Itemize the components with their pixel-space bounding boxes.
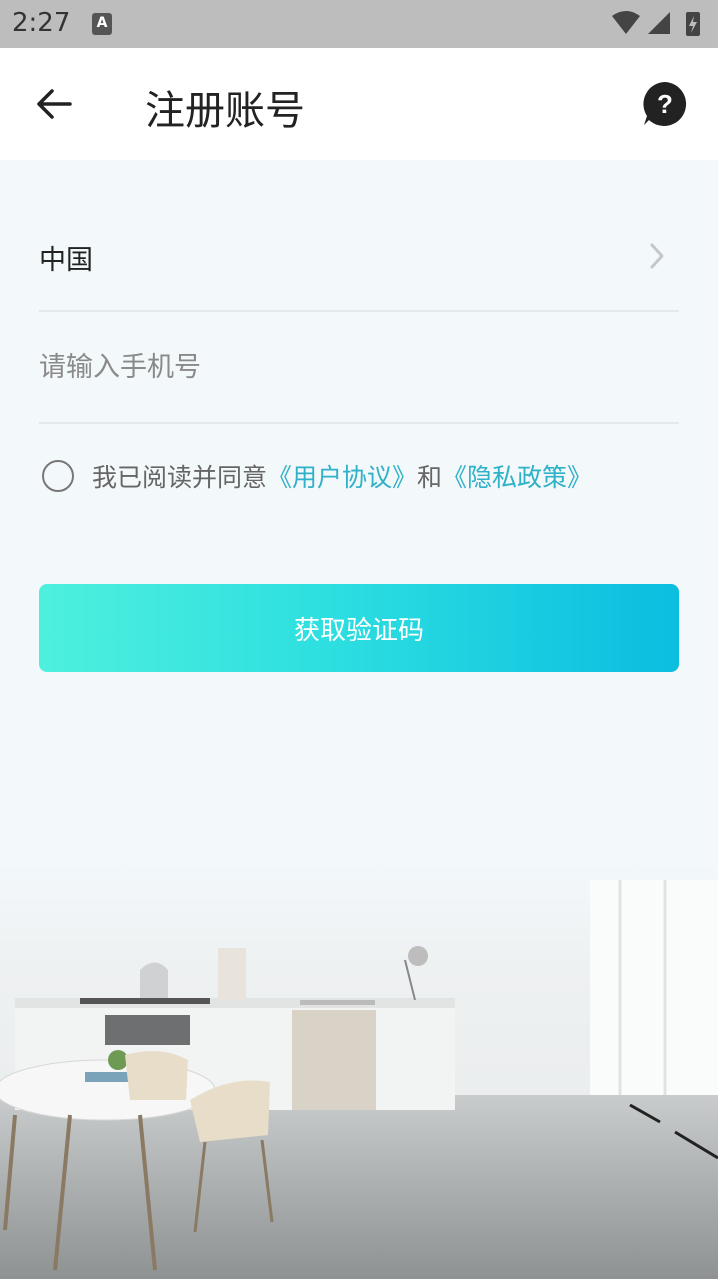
wifi-icon	[612, 11, 640, 34]
arrow-left-icon	[37, 89, 72, 119]
status-time: 2:27	[12, 8, 71, 38]
status-bar: 2:27 A	[0, 0, 718, 48]
page-title: 注册账号	[145, 88, 305, 134]
system-icons	[612, 11, 700, 36]
privacy-policy-link[interactable]: 《隐私政策》	[442, 458, 592, 494]
phone-field-row	[39, 312, 679, 424]
help-bubble-icon: ?	[643, 82, 687, 126]
agreement-row: 我已阅读并同意 《用户协议》 和 《隐私政策》	[42, 456, 592, 496]
kitchen-background-image	[0, 860, 718, 1279]
get-verification-code-button[interactable]: 获取验证码	[39, 584, 679, 672]
agreement-prefix: 我已阅读并同意	[92, 463, 268, 492]
a-icon: A	[92, 13, 112, 35]
app-bar: 注册账号 ?	[0, 48, 718, 160]
svg-text:?: ?	[657, 89, 673, 119]
agreement-checkbox[interactable]	[42, 460, 74, 492]
chevron-right-icon	[650, 243, 664, 269]
country-selector[interactable]: 中国	[39, 200, 679, 312]
user-agreement-link[interactable]: 《用户协议》	[267, 458, 417, 494]
help-button[interactable]: ?	[641, 80, 689, 128]
back-button[interactable]	[30, 78, 82, 130]
agreement-and: 和	[417, 463, 443, 492]
signal-icon	[648, 12, 670, 34]
phone-input[interactable]	[39, 342, 639, 392]
country-label: 中国	[39, 245, 93, 276]
